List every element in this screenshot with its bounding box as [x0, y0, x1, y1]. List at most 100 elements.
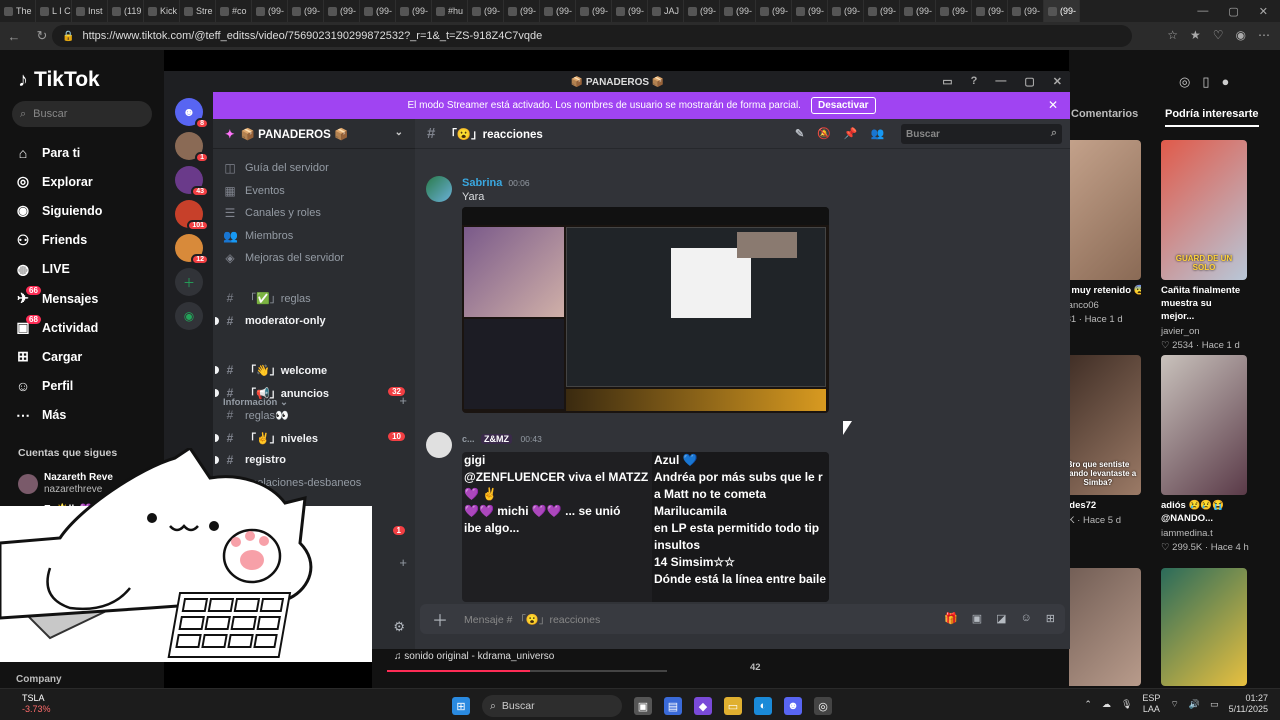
emoji-icon[interactable]: ☺: [1021, 612, 1032, 625]
avatar[interactable]: [426, 176, 452, 202]
onedrive-icon[interactable]: ☁: [1102, 699, 1111, 710]
task-view-icon[interactable]: ▣: [634, 697, 652, 715]
avatar[interactable]: [426, 432, 452, 458]
browser-tab[interactable]: (99-: [540, 0, 576, 22]
browser-tab[interactable]: (99-: [324, 0, 360, 22]
browser-tab[interactable]: (99-: [1044, 0, 1080, 22]
suggested-card[interactable]: [1161, 568, 1247, 686]
browser-tab[interactable]: (99-: [468, 0, 504, 22]
sticker-icon[interactable]: ◪: [996, 612, 1006, 625]
help-icon[interactable]: ?: [971, 75, 978, 88]
sidebar-link[interactable]: 👥 Miembros: [223, 225, 407, 247]
sidebar-link[interactable]: ▦ Eventos: [223, 180, 407, 202]
favorites-icon[interactable]: ★: [1190, 28, 1201, 42]
back-icon[interactable]: ←: [0, 29, 28, 44]
threads-icon[interactable]: ✎: [795, 127, 804, 140]
maximize-icon[interactable]: ▢: [1024, 75, 1034, 88]
app-icon[interactable]: ◎: [814, 697, 832, 715]
server-icon[interactable]: 43: [175, 166, 209, 197]
explore-icon[interactable]: ◉: [175, 302, 203, 330]
coin-icon[interactable]: ◎: [1179, 74, 1190, 90]
close-icon[interactable]: ✕: [1259, 5, 1268, 18]
maximize-icon[interactable]: ▢: [1228, 5, 1238, 18]
tab-suggested[interactable]: Podría interesarte: [1165, 108, 1259, 127]
url-field[interactable]: 🔒 https://www.tiktok.com/@teff_editss/vi…: [52, 25, 1132, 47]
browser-tab[interactable]: (99-: [684, 0, 720, 22]
message-image[interactable]: gigi @ZENFLUENCER viva el MATZZ 💜 ✌ 💜💜 mich…: [462, 452, 829, 602]
video-progress-bar[interactable]: [387, 670, 667, 672]
sidebar-link[interactable]: ☰ Canales y roles: [223, 202, 407, 224]
browser-tab[interactable]: #hu: [432, 0, 468, 22]
browser-tab[interactable]: L I C: [36, 0, 72, 22]
message-author[interactable]: c... Z&MZ 00:43: [462, 434, 542, 444]
pin-icon[interactable]: 📌: [844, 127, 858, 140]
gift-icon[interactable]: 🎁: [944, 612, 958, 625]
sidebar-link[interactable]: ◫ Guía del servidor: [223, 157, 407, 179]
browser-tab[interactable]: #co: [216, 0, 252, 22]
user-settings-icon[interactable]: ⚙: [393, 619, 405, 635]
start-icon[interactable]: ⊞: [452, 697, 470, 715]
suggested-card[interactable]: adiós 😢😢😭 @NANDO... iammedina.t ♡ 299.5K…: [1161, 355, 1249, 553]
sound-label[interactable]: ♫ sonido original - kdrama_universo: [394, 651, 554, 662]
discord-icon[interactable]: ☻: [784, 697, 802, 715]
browser-tab[interactable]: (99-: [900, 0, 936, 22]
server-icon[interactable]: 1: [175, 132, 209, 163]
device-icon[interactable]: ▯: [1202, 74, 1209, 90]
message-composer[interactable]: ＋ Mensaje # 「😮」reacciones 🎁 ▣ ◪ ☺ ⊞: [420, 604, 1065, 634]
members-icon[interactable]: 👥: [871, 127, 885, 140]
store-icon[interactable]: ▤: [664, 697, 682, 715]
browser-tab[interactable]: (99-: [972, 0, 1008, 22]
server-header[interactable]: ✦ 📦 PANADEROS 📦 ⌄: [213, 119, 415, 149]
message-image[interactable]: [462, 207, 829, 413]
browser-tab[interactable]: (99-: [288, 0, 324, 22]
user-avatar[interactable]: ●: [1222, 74, 1230, 90]
chevron-up-icon[interactable]: ⌃: [1084, 699, 1092, 710]
channel-item[interactable]: # 「👋」welcome: [215, 359, 407, 381]
browser-tab[interactable]: (99-: [576, 0, 612, 22]
browser-tab[interactable]: (99-: [792, 0, 828, 22]
tiktok-search-input[interactable]: ⌕ Buscar: [12, 101, 152, 127]
tiktok-logo[interactable]: ♪ TikTok: [18, 68, 100, 92]
mic-icon[interactable]: 🎙: [1121, 699, 1132, 710]
chat-search-input[interactable]: Buscar ⌕: [901, 124, 1062, 144]
nav-item-explorar[interactable]: ◎ Explorar: [14, 167, 164, 196]
channel-item[interactable]: # 「✅」reglas: [223, 287, 407, 309]
add-server-icon[interactable]: ＋: [175, 268, 203, 296]
nav-item-perfil[interactable]: ☺ Perfil: [14, 372, 164, 401]
add-attachment-icon[interactable]: ＋: [432, 607, 448, 631]
taskbar-search[interactable]: ⌕ Buscar: [482, 695, 622, 717]
suggested-card[interactable]: GUARD DE UN SOLO Cañita finalmente muest…: [1161, 140, 1247, 351]
browser-tab[interactable]: (99-: [252, 0, 288, 22]
browser-tab[interactable]: (99-: [504, 0, 540, 22]
browser-tab[interactable]: Stre: [180, 0, 216, 22]
file-explorer-icon[interactable]: ▭: [724, 697, 742, 715]
channel-item[interactable]: # 「📢」anuncios 32: [215, 382, 407, 404]
edge-icon[interactable]: ◐: [754, 697, 772, 715]
browser-tab[interactable]: (119: [108, 0, 144, 22]
sidebar-link[interactable]: ◈ Mejoras del servidor: [223, 247, 407, 269]
browser-tab[interactable]: Kick: [144, 0, 180, 22]
volume-icon[interactable]: 🔊: [1189, 699, 1200, 710]
nav-item-siguiendo[interactable]: ◉ Siguiendo: [14, 196, 164, 225]
company-link[interactable]: Company: [16, 674, 62, 685]
stock-widget[interactable]: TSLA -3.73%: [22, 693, 51, 715]
gif-icon[interactable]: ▣: [972, 612, 982, 625]
browser-tab[interactable]: (99-: [612, 0, 648, 22]
language-indicator[interactable]: ESP LAA: [1142, 693, 1160, 715]
battery-icon[interactable]: ▭: [1210, 699, 1219, 710]
copilot-icon[interactable]: ◆: [694, 697, 712, 715]
server-icon[interactable]: 101: [175, 200, 209, 231]
browser-tab[interactable]: (99-: [756, 0, 792, 22]
browser-tab[interactable]: (99-: [720, 0, 756, 22]
channel-item[interactable]: # 「✌」niveles 10: [215, 427, 407, 449]
nav-item-friends[interactable]: ⚇ Friends: [14, 226, 164, 255]
nav-item-live[interactable]: ◍ LIVE: [14, 255, 164, 284]
message-author[interactable]: Sabrina 00:06: [462, 177, 530, 189]
server-icon[interactable]: 12: [175, 234, 209, 265]
channel-item[interactable]: # moderator-only: [215, 310, 407, 332]
minimize-icon[interactable]: —: [1197, 5, 1208, 17]
browser-tab[interactable]: (99-: [864, 0, 900, 22]
browser-tab[interactable]: (99-: [360, 0, 396, 22]
nav-item-para-ti[interactable]: ⌂ Para ti: [14, 138, 164, 167]
channel-item[interactable]: # reglas👀: [223, 404, 407, 426]
